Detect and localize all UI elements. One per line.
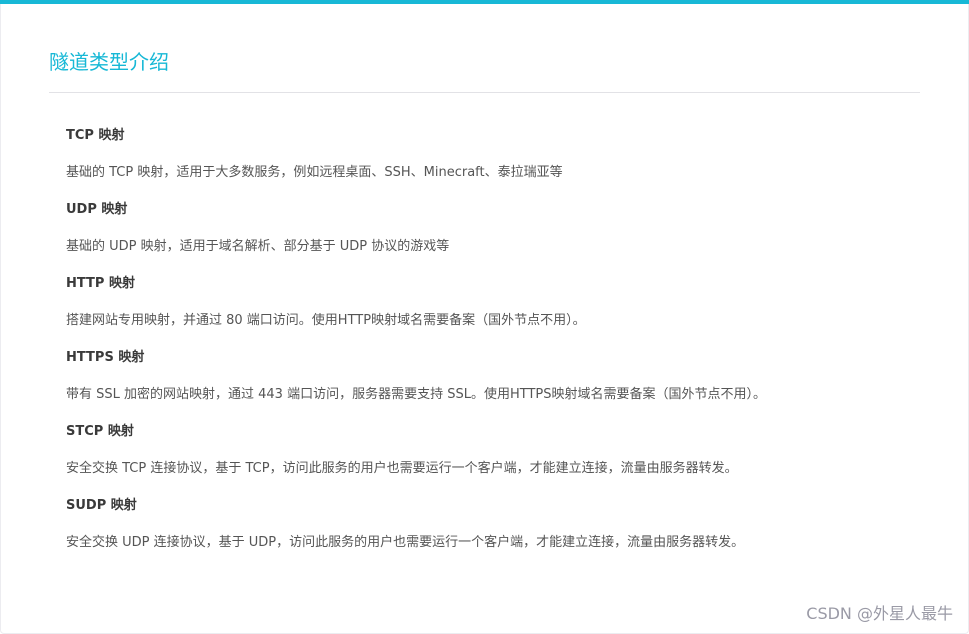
tunnel-type-http: HTTP 映射 搭建网站专用映射，并通过 80 端口访问。使用HTTP映射域名需… — [66, 273, 946, 347]
tunnel-type-tcp: TCP 映射 基础的 TCP 映射，适用于大多数服务，例如远程桌面、SSH、Mi… — [66, 125, 946, 199]
tunnel-type-stcp: STCP 映射 安全交换 TCP 连接协议，基于 TCP，访问此服务的用户也需要… — [66, 421, 946, 495]
csdn-watermark: CSDN @外星人最牛 — [806, 604, 953, 623]
tunnel-type-udp: UDP 映射 基础的 UDP 映射，适用于域名解析、部分基于 UDP 协议的游戏… — [66, 199, 946, 273]
tunnel-type-description: 安全交换 TCP 连接协议，基于 TCP，访问此服务的用户也需要运行一个客户端，… — [66, 461, 738, 476]
tunnel-type-description: 带有 SSL 加密的网站映射，通过 443 端口访问，服务器需要支持 SSL。使… — [66, 387, 766, 402]
tunnel-type-name: HTTP 映射 — [66, 276, 135, 291]
title-divider — [49, 92, 920, 93]
page: 隧道类型介绍 TCP 映射 基础的 TCP 映射，适用于大多数服务，例如远程桌面… — [0, 0, 969, 634]
tunnel-type-description: 安全交换 UDP 连接协议，基于 UDP，访问此服务的用户也需要运行一个客户端，… — [66, 535, 745, 550]
tunnel-type-name: TCP 映射 — [66, 128, 125, 143]
tunnel-type-description: 基础的 TCP 映射，适用于大多数服务，例如远程桌面、SSH、Minecraft… — [66, 165, 563, 180]
tunnel-type-list: TCP 映射 基础的 TCP 映射，适用于大多数服务，例如远程桌面、SSH、Mi… — [66, 125, 946, 569]
page-title: 隧道类型介绍 — [49, 50, 169, 74]
tunnel-type-sudp: SUDP 映射 安全交换 UDP 连接协议，基于 UDP，访问此服务的用户也需要… — [66, 495, 946, 569]
tunnel-type-name: UDP 映射 — [66, 202, 128, 217]
tunnel-type-name: HTTPS 映射 — [66, 350, 145, 365]
tunnel-type-description: 搭建网站专用映射，并通过 80 端口访问。使用HTTP映射域名需要备案（国外节点… — [66, 313, 586, 328]
tunnel-type-description: 基础的 UDP 映射，适用于域名解析、部分基于 UDP 协议的游戏等 — [66, 239, 450, 254]
tunnel-type-name: SUDP 映射 — [66, 498, 137, 513]
tunnel-type-name: STCP 映射 — [66, 424, 134, 439]
tunnel-type-https: HTTPS 映射 带有 SSL 加密的网站映射，通过 443 端口访问，服务器需… — [66, 347, 946, 421]
